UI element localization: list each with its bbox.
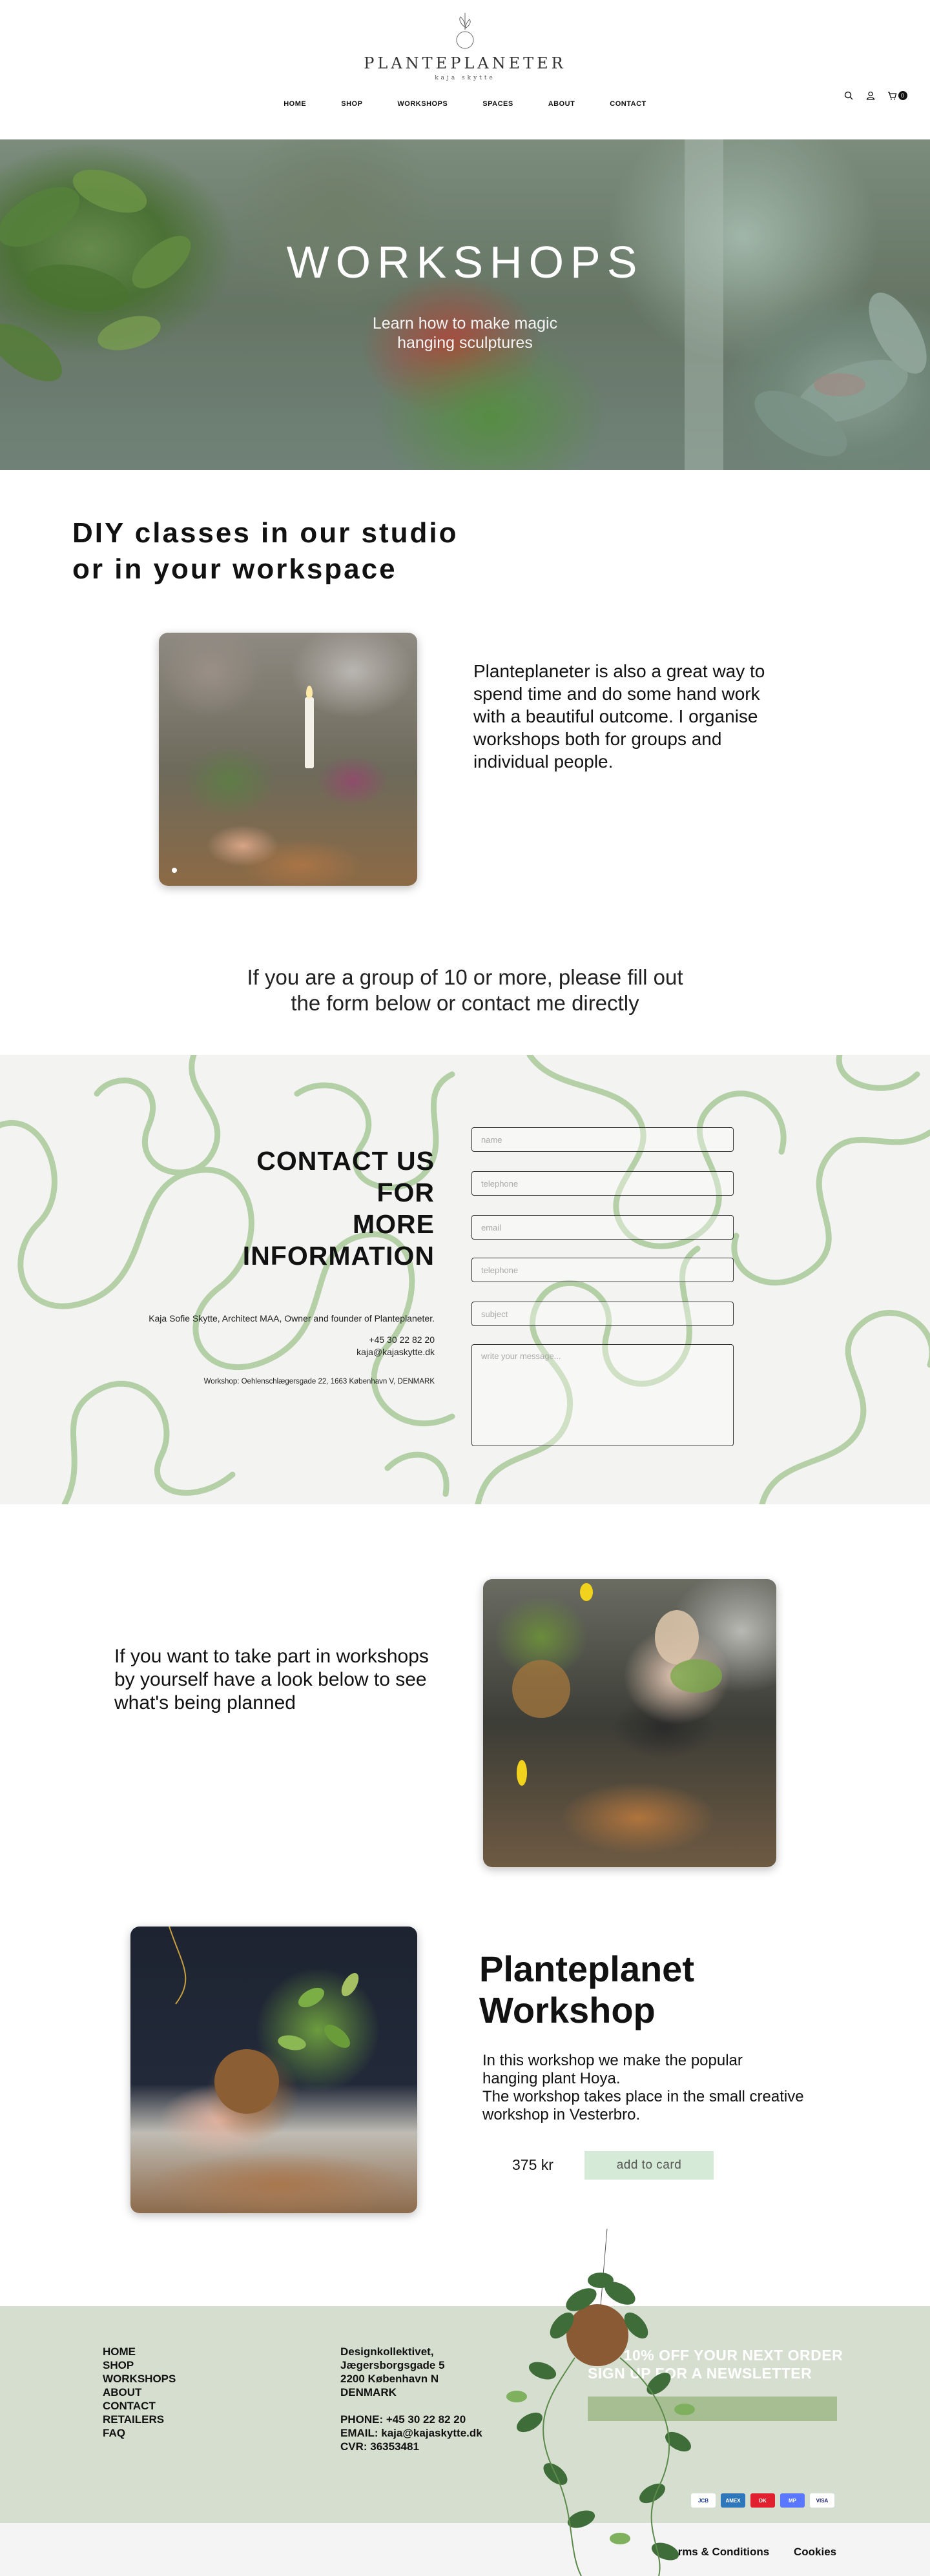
logo[interactable]: PLANTEPLANETER kaja skytte — [0, 13, 930, 81]
footer-link-contact[interactable]: CONTACT — [103, 2399, 176, 2413]
nav-workshops[interactable]: WORKSHOPS — [380, 100, 465, 108]
contact-email[interactable]: kaja@kajaskytte.dk — [176, 1346, 435, 1358]
nav-contact[interactable]: CONTACT — [592, 100, 663, 108]
name-field[interactable] — [471, 1127, 734, 1152]
visa-icon: VISA — [810, 2493, 834, 2508]
footer-link-home[interactable]: HOME — [103, 2345, 176, 2358]
subject-field[interactable] — [471, 1302, 734, 1326]
dankort-icon: DK — [750, 2493, 775, 2508]
workshop-woman-photo[interactable] — [483, 1579, 776, 1867]
nav-home[interactable]: HOME — [266, 100, 324, 108]
footer-link-shop[interactable]: SHOP — [103, 2358, 176, 2372]
contact-address: Workshop: Oehlenschlægersgade 22, 1663 K… — [203, 1378, 435, 1385]
site-footer: HOME SHOP WORKSHOPS ABOUT CONTACT RETAIL… — [0, 2306, 930, 2523]
cart-button[interactable]: 0 — [886, 89, 908, 102]
nav-spaces[interactable]: SPACES — [465, 100, 530, 108]
cookies-link[interactable]: Cookies — [794, 2546, 836, 2559]
site-header: PLANTEPLANETER kaja skytte HOME SHOP WOR… — [0, 0, 930, 139]
product-description: In this workshop we make the popular han… — [482, 2052, 804, 2123]
hero-banner: WORKSHOPS Learn how to make magic hangin… — [0, 139, 930, 470]
hands-plant-photo[interactable] — [130, 1927, 417, 2213]
contact-heading: CONTACT US FOR MORE INFORMATION — [242, 1146, 435, 1271]
telephone-field-2[interactable] — [471, 1258, 734, 1282]
product-title: Planteplanet Workshop — [479, 1948, 694, 2030]
contact-details: +45 30 22 82 20 kaja@kajaskytte.dk — [176, 1334, 435, 1358]
hero-subtitle: Learn how to make magic hanging sculptur… — [372, 314, 558, 352]
brand-subtitle: kaja skytte — [435, 75, 495, 81]
hero-title: WORKSHOPS — [286, 237, 644, 287]
brand-name: PLANTEPLANETER — [364, 54, 566, 72]
header-icons: 0 — [842, 89, 908, 102]
intro-text: Planteplaneter is also a great way to sp… — [473, 661, 765, 772]
add-to-cart-button[interactable]: add to card — [584, 2151, 714, 2180]
footer-link-workshops[interactable]: WORKSHOPS — [103, 2372, 176, 2386]
squiggle-background — [0, 1055, 930, 1504]
footer-link-about[interactable]: ABOUT — [103, 2386, 176, 2399]
sub-footer: Terms & Conditions Cookies — [0, 2523, 930, 2576]
user-icon[interactable] — [864, 89, 877, 102]
contact-phone[interactable]: +45 30 22 82 20 — [176, 1334, 435, 1346]
mobilepay-icon: MP — [780, 2493, 805, 2508]
product-price: 375 kr — [512, 2156, 553, 2173]
footer-nav: HOME SHOP WORKSHOPS ABOUT CONTACT RETAIL… — [103, 2345, 176, 2440]
intro-heading: DIY classes in our studio or in your wor… — [72, 517, 459, 585]
cart-icon — [887, 92, 896, 100]
footer-address: Designkollektivet, Jægersborgsgade 5 220… — [340, 2346, 482, 2453]
cart-count-badge: 0 — [898, 91, 907, 100]
nav-shop[interactable]: SHOP — [324, 100, 380, 108]
telephone-field[interactable] — [471, 1171, 734, 1196]
contact-owner: Kaja Sofie Skytte, Architect MAA, Owner … — [149, 1313, 435, 1324]
contact-section: CONTACT US FOR MORE INFORMATION Kaja Sof… — [0, 1055, 930, 1504]
message-field[interactable] — [471, 1344, 734, 1446]
amex-icon: AMEX — [721, 2493, 745, 2508]
hanging-plant-image — [506, 2229, 695, 2576]
main-nav: HOME SHOP WORKSHOPS SPACES ABOUT CONTACT — [0, 100, 930, 108]
hanging-plant-logo-icon — [456, 13, 474, 49]
group-info-text: If you are a group of 10 or more, please… — [247, 965, 683, 1015]
workshop-table-photo[interactable] — [159, 633, 417, 886]
footer-link-retailers[interactable]: RETAILERS — [103, 2413, 176, 2426]
search-icon[interactable] — [842, 89, 855, 102]
nav-about[interactable]: ABOUT — [531, 100, 593, 108]
footer-link-faq[interactable]: FAQ — [103, 2426, 176, 2440]
gallery-dot[interactable] — [172, 868, 177, 873]
payment-methods: JCB AMEX DK MP VISA — [691, 2493, 834, 2508]
email-field[interactable] — [471, 1215, 734, 1240]
planned-workshops-text: If you want to take part in workshops by… — [114, 1646, 429, 1713]
